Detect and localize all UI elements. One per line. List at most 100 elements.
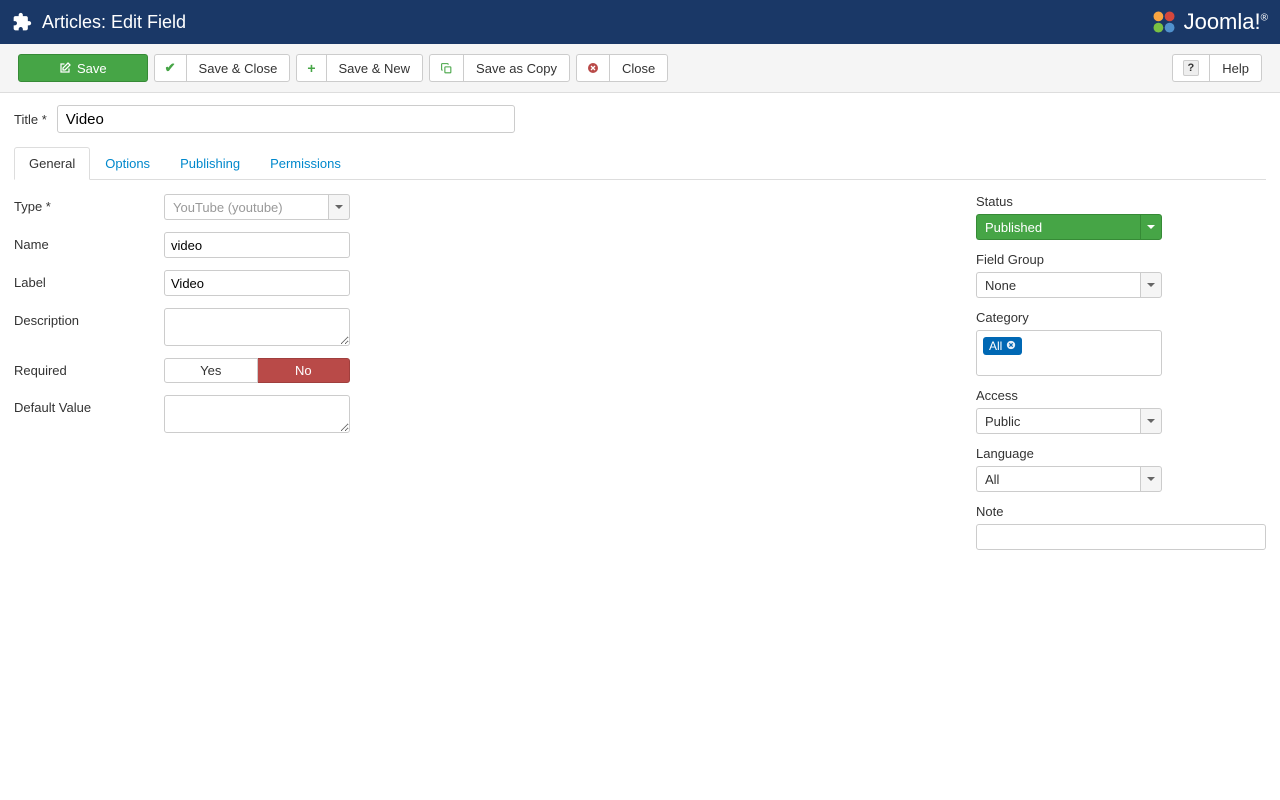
- caret-down-icon: [335, 205, 343, 209]
- access-group: Access Public: [976, 388, 1266, 434]
- content-area: Title * General Options Publishing Permi…: [0, 93, 1280, 574]
- caret-down-icon: [1147, 283, 1155, 287]
- tab-general[interactable]: General: [14, 147, 90, 180]
- tab-options[interactable]: Options: [90, 147, 165, 180]
- check-icon: ✔: [165, 60, 176, 76]
- category-tag-box[interactable]: All: [976, 330, 1162, 376]
- help-group: ? Help: [1172, 54, 1262, 82]
- header-bar: Articles: Edit Field Joomla!®: [0, 0, 1280, 44]
- form-main: Type * YouTube (youtube) Name Label Desc…: [14, 194, 956, 562]
- label-row: Label: [14, 270, 956, 296]
- title-label: Title *: [14, 112, 47, 127]
- required-label: Required: [14, 358, 164, 378]
- type-label: Type *: [14, 194, 164, 214]
- category-tag-remove[interactable]: [1006, 340, 1016, 353]
- field-group-caret[interactable]: [1140, 272, 1162, 298]
- caret-down-icon: [1147, 419, 1155, 423]
- status-select[interactable]: Published: [976, 214, 1162, 240]
- status-caret[interactable]: [1140, 214, 1162, 240]
- save-copy-group: Save as Copy: [429, 54, 570, 82]
- close-button[interactable]: Close: [609, 54, 668, 82]
- cancel-icon: [587, 62, 599, 74]
- field-group-group: Field Group None: [976, 252, 1266, 298]
- name-label: Name: [14, 232, 164, 252]
- label-input[interactable]: [164, 270, 350, 296]
- save-new-icon-button[interactable]: +: [296, 54, 325, 82]
- save-button-label: Save: [77, 61, 107, 76]
- category-label: Category: [976, 310, 1266, 325]
- type-select[interactable]: YouTube (youtube): [164, 194, 350, 220]
- field-group-label: Field Group: [976, 252, 1266, 267]
- save-close-icon-button[interactable]: ✔: [154, 54, 186, 82]
- title-row: Title *: [14, 105, 1266, 133]
- default-value-label: Default Value: [14, 395, 164, 415]
- language-group: Language All: [976, 446, 1266, 492]
- page-title: Articles: Edit Field: [42, 12, 186, 33]
- description-textarea[interactable]: [164, 308, 350, 346]
- language-value: All: [976, 466, 1140, 492]
- type-row: Type * YouTube (youtube): [14, 194, 956, 220]
- label-label: Label: [14, 270, 164, 290]
- access-value: Public: [976, 408, 1140, 434]
- access-select[interactable]: Public: [976, 408, 1162, 434]
- field-group-select[interactable]: None: [976, 272, 1162, 298]
- save-copy-icon-button[interactable]: [429, 54, 463, 82]
- tabs: General Options Publishing Permissions: [14, 147, 1266, 180]
- save-new-group: + Save & New: [296, 54, 423, 82]
- field-group-value: None: [976, 272, 1140, 298]
- note-group: Note: [976, 504, 1266, 550]
- caret-down-icon: [1147, 477, 1155, 481]
- toolbar-left: Save ✔ Save & Close + Save & New Save as…: [18, 54, 668, 82]
- description-label: Description: [14, 308, 164, 328]
- note-input[interactable]: [976, 524, 1266, 550]
- form-area: Type * YouTube (youtube) Name Label Desc…: [14, 180, 1266, 562]
- save-new-button[interactable]: Save & New: [326, 54, 424, 82]
- required-yes[interactable]: Yes: [164, 358, 258, 383]
- puzzle-icon: [12, 12, 32, 32]
- required-row: Required Yes No: [14, 358, 956, 383]
- caret-down-icon: [1147, 225, 1155, 229]
- plus-icon: +: [307, 60, 315, 76]
- joomla-logo-icon: [1150, 8, 1178, 36]
- type-caret[interactable]: [328, 194, 350, 220]
- language-label: Language: [976, 446, 1266, 461]
- header-left: Articles: Edit Field: [12, 12, 186, 33]
- status-label: Status: [976, 194, 1266, 209]
- default-value-row: Default Value: [14, 395, 956, 433]
- description-row: Description: [14, 308, 956, 346]
- close-group: Close: [576, 54, 668, 82]
- save-copy-button[interactable]: Save as Copy: [463, 54, 570, 82]
- access-caret[interactable]: [1140, 408, 1162, 434]
- category-tag-text: All: [989, 339, 1002, 353]
- language-select[interactable]: All: [976, 466, 1162, 492]
- name-input[interactable]: [164, 232, 350, 258]
- status-value: Published: [976, 214, 1140, 240]
- tab-publishing[interactable]: Publishing: [165, 147, 255, 180]
- help-icon: ?: [1183, 60, 1200, 76]
- save-button[interactable]: Save: [18, 54, 148, 82]
- remove-icon: [1006, 340, 1016, 350]
- title-input[interactable]: [57, 105, 515, 133]
- tab-permissions[interactable]: Permissions: [255, 147, 356, 180]
- access-label: Access: [976, 388, 1266, 403]
- help-icon-button[interactable]: ?: [1172, 54, 1210, 82]
- toolbar: Save ✔ Save & Close + Save & New Save as…: [0, 44, 1280, 93]
- status-group: Status Published: [976, 194, 1266, 240]
- save-close-group: ✔ Save & Close: [154, 54, 291, 82]
- required-radio-group: Yes No: [164, 358, 350, 383]
- default-value-textarea[interactable]: [164, 395, 350, 433]
- category-tag: All: [983, 337, 1022, 355]
- toolbar-right: ? Help: [1172, 54, 1262, 82]
- form-side: Status Published Field Group None Catego…: [976, 194, 1266, 562]
- joomla-logo-text: Joomla!®: [1184, 9, 1268, 35]
- note-label: Note: [976, 504, 1266, 519]
- type-value: YouTube (youtube): [164, 194, 328, 220]
- help-button[interactable]: Help: [1209, 54, 1262, 82]
- copy-icon: [440, 62, 453, 75]
- language-caret[interactable]: [1140, 466, 1162, 492]
- name-row: Name: [14, 232, 956, 258]
- save-close-button[interactable]: Save & Close: [186, 54, 291, 82]
- category-group: Category All: [976, 310, 1266, 376]
- close-icon-button[interactable]: [576, 54, 609, 82]
- required-no[interactable]: No: [258, 358, 351, 383]
